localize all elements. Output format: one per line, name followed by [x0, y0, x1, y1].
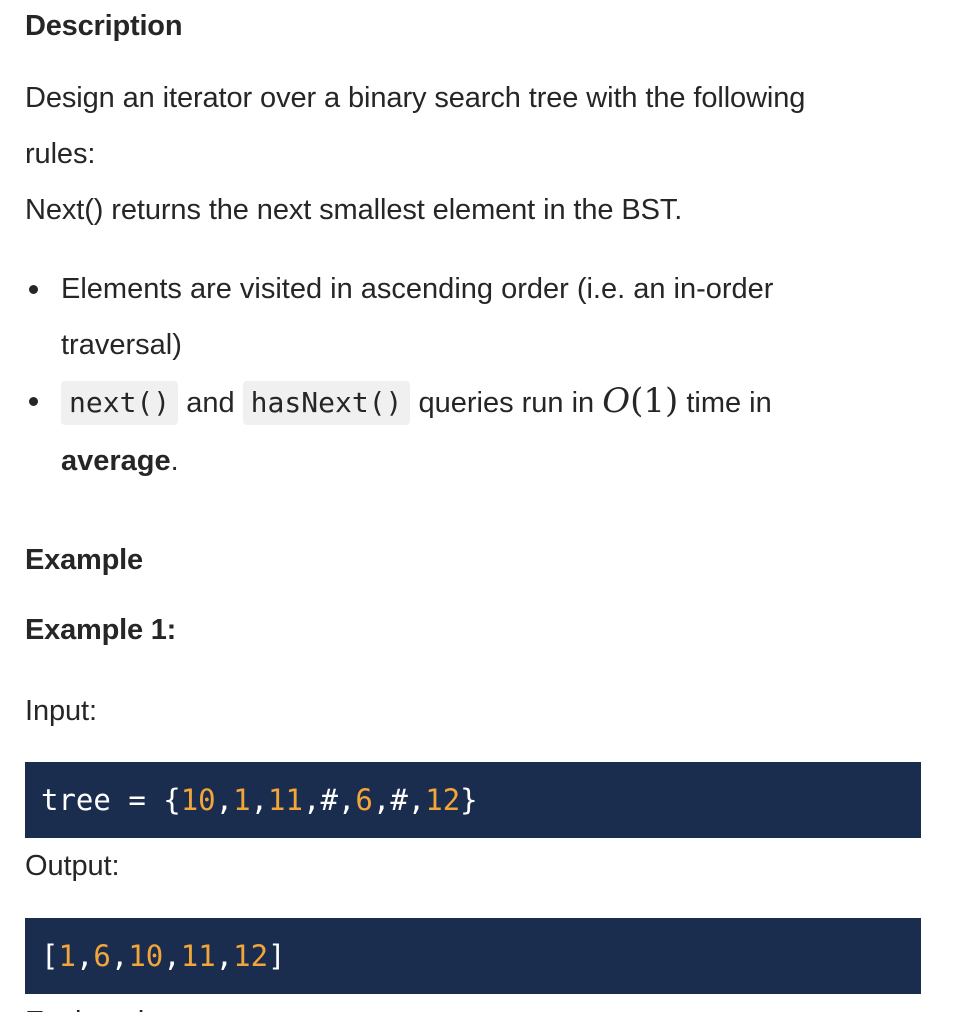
bullet-2-line-1: next() and hasNext() queries run in O(1)… [61, 373, 772, 431]
output-token: 6 [93, 939, 111, 973]
input-token: , [302, 783, 321, 817]
code-open-bracket: [ [41, 939, 59, 973]
code-close-bracket: ] [268, 939, 286, 973]
input-token: , [337, 783, 356, 817]
input-token: , [372, 783, 391, 817]
example-heading: Example [25, 544, 143, 576]
explanation-label-cut: Explanation: [25, 994, 185, 1012]
bullet-2-and: and [186, 387, 235, 419]
example-1-heading: Example 1: [25, 614, 177, 646]
output-token: , [163, 939, 181, 973]
input-token: , [215, 783, 234, 817]
input-token: 10 [180, 783, 216, 817]
code-close-brace: } [460, 783, 478, 817]
output-token: 1 [58, 939, 76, 973]
input-token: , [250, 783, 269, 817]
intro-line-1: Design an iterator over a binary search … [25, 82, 806, 114]
input-label: Input: [25, 695, 97, 727]
input-token: 1 [233, 783, 251, 817]
output-token: 10 [128, 939, 164, 973]
bullet-2-line-2: average. [61, 445, 179, 477]
bullet-2-text: queries run in [418, 387, 595, 419]
bullet-1-line-1: Elements are visited in ascending order … [61, 273, 774, 305]
output-token: , [75, 939, 94, 973]
intro-line-2: rules: [25, 138, 96, 170]
code-eq: = [128, 783, 146, 817]
output-token: , [215, 939, 234, 973]
inline-code-next: next() [61, 381, 179, 425]
input-token: 11 [268, 783, 303, 817]
bullet-dot [29, 397, 38, 406]
output-token: , [110, 939, 129, 973]
input-token: 12 [425, 783, 461, 817]
big-o-math: O(1) [602, 381, 679, 421]
next-description: Next() returns the next smallest element… [25, 194, 683, 226]
code-open-brace: { [163, 783, 181, 817]
description-heading: Description [25, 10, 183, 42]
code-lhs: tree [41, 783, 111, 817]
output-tokens: 1,6,10,11,12 [58, 939, 268, 973]
output-token: 11 [180, 939, 216, 973]
output-token: 12 [233, 939, 269, 973]
bold-average: average [61, 445, 171, 477]
output-code-block[interactable]: [1,6,10,11,12] [25, 918, 921, 994]
inline-code-hasnext: hasNext() [242, 381, 411, 425]
output-label: Output: [25, 850, 120, 882]
input-token: 6 [355, 783, 373, 817]
input-code-block[interactable]: tree = {10,1,11,#,6,#,12} [25, 762, 921, 838]
bullet-2-tail: time in [686, 387, 772, 419]
input-tokens: 10,1,11,#,6,#,12 [181, 783, 460, 817]
input-token: # [390, 783, 408, 817]
input-token: , [407, 783, 426, 817]
input-token: # [320, 783, 338, 817]
bullet-dot [29, 285, 38, 294]
bullet-1-line-2: traversal) [61, 329, 182, 361]
